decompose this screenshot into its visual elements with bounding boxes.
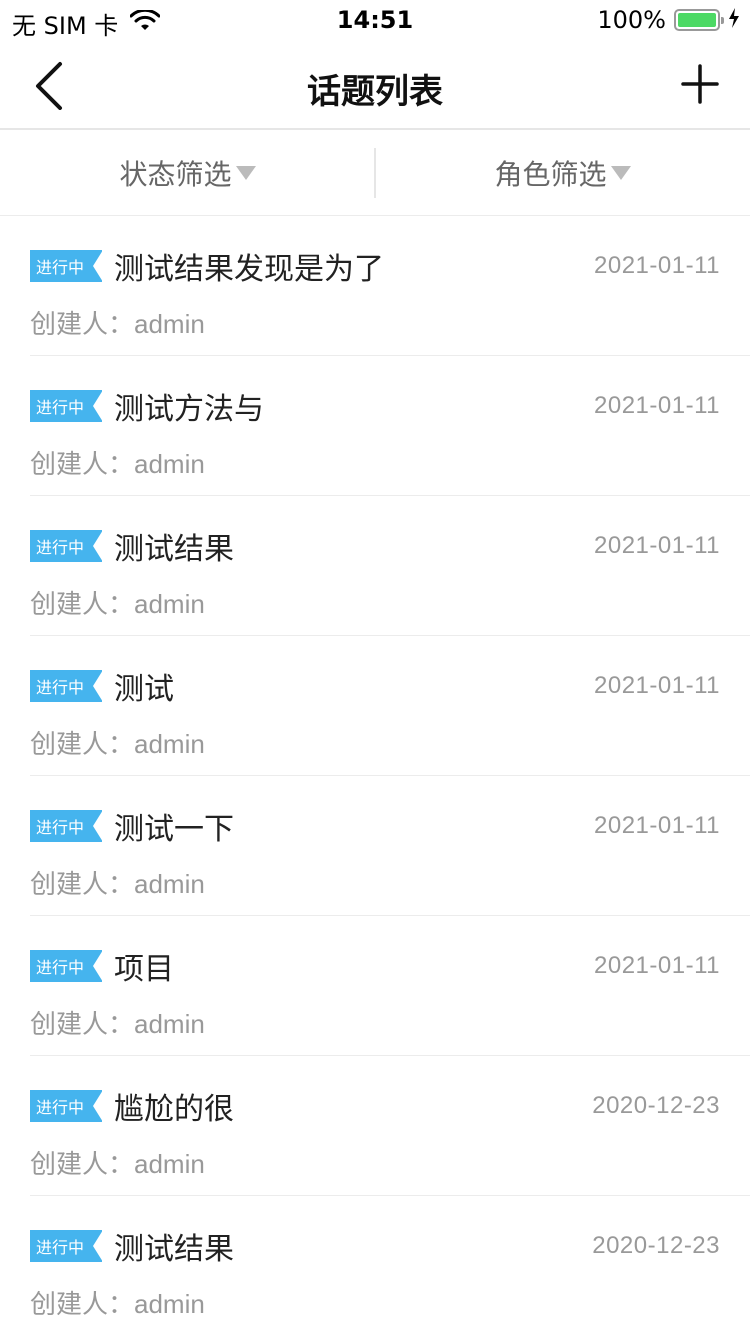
plus-icon [681, 64, 719, 104]
role-filter[interactable]: 角色筛选 [375, 130, 750, 215]
status-badge: 进行中 [30, 670, 103, 702]
topic-date: 2021-01-11 [594, 392, 720, 419]
topic-list-item[interactable]: 进行中 测试结果 2020-12-23 创建人：admin [30, 1196, 750, 1334]
filter-bar: 状态筛选 角色筛选 [0, 130, 750, 216]
topic-date: 2020-12-23 [592, 1232, 720, 1259]
creator-label: 创建人： [30, 310, 135, 340]
status-filter[interactable]: 状态筛选 [0, 130, 375, 215]
status-right: 100% [597, 6, 740, 34]
role-filter-label: 角色筛选 [494, 157, 607, 191]
topic-header-row: 进行中 测试一下 2021-01-11 [30, 806, 720, 847]
topic-list-item[interactable]: 进行中 项目 2021-01-11 创建人：admin [30, 916, 750, 1056]
topic-creator-row: 创建人：admin [30, 304, 205, 341]
creator-name: admin [134, 309, 205, 339]
topic-creator-row: 创建人：admin [30, 1284, 205, 1321]
topic-title: 测试 [114, 672, 174, 707]
topic-title: 测试一下 [114, 812, 234, 847]
creator-label: 创建人： [30, 730, 135, 760]
battery-fill [678, 13, 716, 27]
topic-list-item[interactable]: 进行中 测试结果发现是为了 2021-01-11 创建人：admin [30, 216, 750, 356]
topic-title: 测试结果 [114, 1232, 234, 1267]
topic-date: 2021-01-11 [594, 812, 720, 839]
topic-date: 2021-01-11 [594, 672, 720, 699]
triangle-down-icon [235, 165, 256, 180]
page-title: 话题列表 [307, 72, 443, 112]
creator-name: admin [134, 449, 205, 479]
nav-bar: 话题列表 [0, 40, 750, 130]
creator-label: 创建人： [30, 870, 135, 900]
topic-list-item[interactable]: 进行中 测试 2021-01-11 创建人：admin [30, 636, 750, 776]
topic-header-row: 进行中 项目 2021-01-11 [30, 946, 720, 987]
battery-icon [674, 9, 724, 31]
topic-creator-row: 创建人：admin [30, 584, 205, 621]
topic-header-row: 进行中 测试结果发现是为了 2021-01-11 [30, 246, 720, 287]
topic-header-row: 进行中 测试结果 2020-12-23 [30, 1226, 720, 1267]
topic-title: 尴尬的很 [114, 1092, 234, 1127]
creator-label: 创建人： [30, 1290, 135, 1320]
creator-label: 创建人： [30, 590, 135, 620]
creator-label: 创建人： [30, 450, 135, 480]
topic-title: 测试方法与 [114, 392, 264, 427]
topic-creator-row: 创建人：admin [30, 864, 205, 901]
topic-creator-row: 创建人：admin [30, 1144, 205, 1181]
charging-icon [728, 6, 740, 34]
creator-label: 创建人： [30, 1010, 135, 1040]
status-badge: 进行中 [30, 950, 103, 982]
topic-creator-row: 创建人：admin [30, 444, 205, 481]
topic-list-item[interactable]: 进行中 测试一下 2021-01-11 创建人：admin [30, 776, 750, 916]
status-badge: 进行中 [30, 1090, 103, 1122]
creator-name: admin [134, 1009, 205, 1039]
triangle-down-icon [610, 165, 631, 180]
topic-title: 测试结果 [114, 532, 234, 567]
topic-title: 测试结果发现是为了 [114, 252, 384, 287]
creator-name: admin [134, 589, 205, 619]
topic-list-item[interactable]: 进行中 测试方法与 2021-01-11 创建人：admin [30, 356, 750, 496]
topic-header-row: 进行中 测试 2021-01-11 [30, 666, 720, 707]
topic-date: 2021-01-11 [594, 532, 720, 559]
battery-percent: 100% [597, 6, 666, 34]
status-badge: 进行中 [30, 390, 103, 422]
creator-name: admin [134, 729, 205, 759]
topic-date: 2020-12-23 [592, 1092, 720, 1119]
status-badge: 进行中 [30, 810, 103, 842]
filter-divider [374, 148, 376, 198]
topic-list-item[interactable]: 进行中 尴尬的很 2020-12-23 创建人：admin [30, 1056, 750, 1196]
status-badge: 进行中 [30, 1230, 103, 1262]
topic-date: 2021-01-11 [594, 252, 720, 279]
topic-date: 2021-01-11 [594, 952, 720, 979]
status-filter-label: 状态筛选 [119, 157, 232, 191]
topic-creator-row: 创建人：admin [30, 1004, 205, 1041]
topic-list-item[interactable]: 进行中 测试结果 2021-01-11 创建人：admin [30, 496, 750, 636]
creator-name: admin [134, 1289, 205, 1319]
creator-label: 创建人： [30, 1150, 135, 1180]
add-topic-button[interactable] [680, 62, 720, 106]
status-badge: 进行中 [30, 250, 103, 282]
topic-title: 项目 [114, 952, 174, 987]
topic-list: 进行中 测试结果发现是为了 2021-01-11 创建人：admin 进行中 测试方法与 2… [0, 216, 750, 1334]
topic-header-row: 进行中 测试方法与 2021-01-11 [30, 386, 720, 427]
topic-header-row: 进行中 测试结果 2021-01-11 [30, 526, 720, 567]
creator-name: admin [134, 1149, 205, 1179]
topic-creator-row: 创建人：admin [30, 724, 205, 761]
creator-name: admin [134, 869, 205, 899]
status-bar: 无 SIM 卡 14:51 100% [0, 0, 750, 40]
status-badge: 进行中 [30, 530, 103, 562]
topic-header-row: 进行中 尴尬的很 2020-12-23 [30, 1086, 720, 1127]
